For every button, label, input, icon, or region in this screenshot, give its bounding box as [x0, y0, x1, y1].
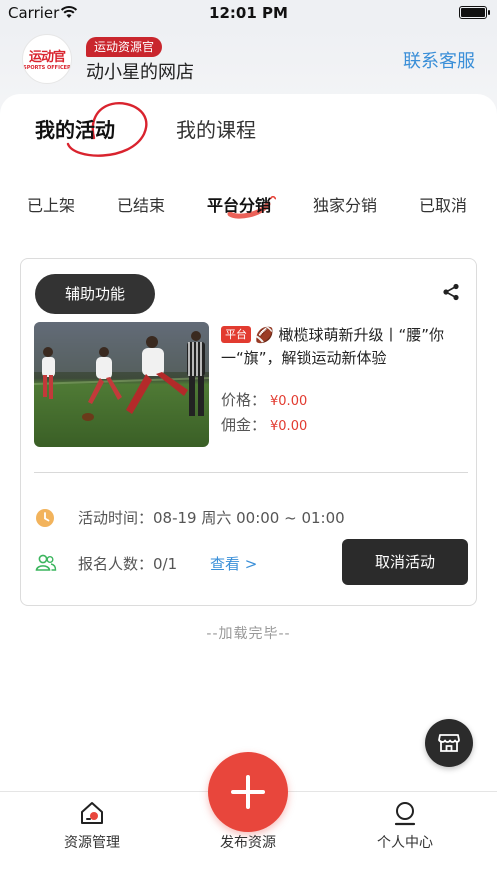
logo-text: 运动官 — [28, 50, 66, 65]
card-divider — [34, 472, 468, 473]
shop-logo: 运动官 SPORTS OFFICER — [22, 34, 72, 84]
share-icon[interactable] — [442, 283, 460, 305]
shop-name: 动小星的网店 — [86, 62, 194, 83]
activity-time: 活动时间：08-19 周六 00:00 ~ 01:00 — [78, 509, 345, 527]
tab-my-courses[interactable]: 我的课程 — [176, 114, 256, 143]
status-bar: Carrier 12:01 PM — [0, 0, 497, 26]
commission-row: 佣金： ¥0.00 — [221, 414, 307, 435]
view-signups-link[interactable]: 查看 > — [210, 553, 257, 574]
content-panel: 我的活动 我的课程 已上架 已结束 平台分销 独家分销 已取消 辅助功能 平台 … — [0, 94, 497, 794]
contact-service-link[interactable]: 联系客服 — [403, 47, 475, 73]
clock-icon — [35, 508, 55, 532]
logo-subtext: SPORTS OFFICER — [23, 65, 71, 71]
tab-resource-management-label: 资源管理 — [64, 835, 120, 851]
subtab-exclusive-distribution[interactable]: 独家分销 — [313, 192, 377, 216]
home-icon — [81, 802, 103, 824]
subtab-listed[interactable]: 已上架 — [27, 192, 75, 216]
tab-personal-center[interactable]: 个人中心 — [355, 800, 455, 852]
commission-label: 佣金： — [221, 416, 267, 434]
participants-icon — [35, 554, 57, 576]
shop-header: 运动官 SPORTS OFFICER 运动资源官 动小星的网店 联系客服 — [0, 26, 497, 100]
tab-resource-management[interactable]: 资源管理 — [42, 800, 142, 852]
signup-count: 报名人数：0/1 — [78, 555, 178, 573]
price-value: ¥0.00 — [270, 394, 308, 409]
publish-resource-label: 发布资源 — [220, 835, 276, 851]
role-badge: 运动资源官 — [86, 37, 163, 57]
activity-title-text: 🏈 橄榄球萌新升级丨“腰”你一“旗”，解锁运动新体验 — [221, 326, 444, 367]
aux-function-button[interactable]: 辅助功能 — [35, 274, 155, 314]
tab-personal-center-label: 个人中心 — [377, 835, 433, 851]
plus-icon — [231, 775, 265, 809]
price-label: 价格： — [221, 391, 267, 409]
clock-time: 12:01 PM — [209, 4, 288, 22]
cancel-activity-button[interactable]: 取消活动 — [342, 539, 468, 585]
platform-tag: 平台 — [221, 326, 251, 343]
battery-icon — [459, 6, 487, 19]
user-icon — [394, 802, 416, 826]
subtab-cancelled[interactable]: 已取消 — [419, 192, 467, 216]
storefront-icon — [438, 734, 460, 752]
subtab-ended[interactable]: 已结束 — [117, 192, 165, 216]
list-end-text: --加载完毕-- — [206, 626, 291, 642]
price-row: 价格： ¥0.00 — [221, 389, 307, 410]
commission-value: ¥0.00 — [270, 419, 308, 434]
tab-my-activities[interactable]: 我的活动 — [35, 114, 115, 143]
activity-title: 平台 🏈 橄榄球萌新升级丨“腰”你一“旗”，解锁运动新体验 — [221, 324, 466, 370]
activity-card[interactable]: 辅助功能 平台 🏈 橄榄球萌新升级丨“腰”你一“旗”，解锁运动新体验 价格： ¥… — [20, 258, 477, 606]
subtab-platform-distribution[interactable]: 平台分销 — [207, 192, 271, 216]
shop-button[interactable] — [425, 719, 473, 767]
publish-resource-button[interactable] — [208, 752, 288, 832]
activity-photo[interactable] — [34, 322, 209, 447]
